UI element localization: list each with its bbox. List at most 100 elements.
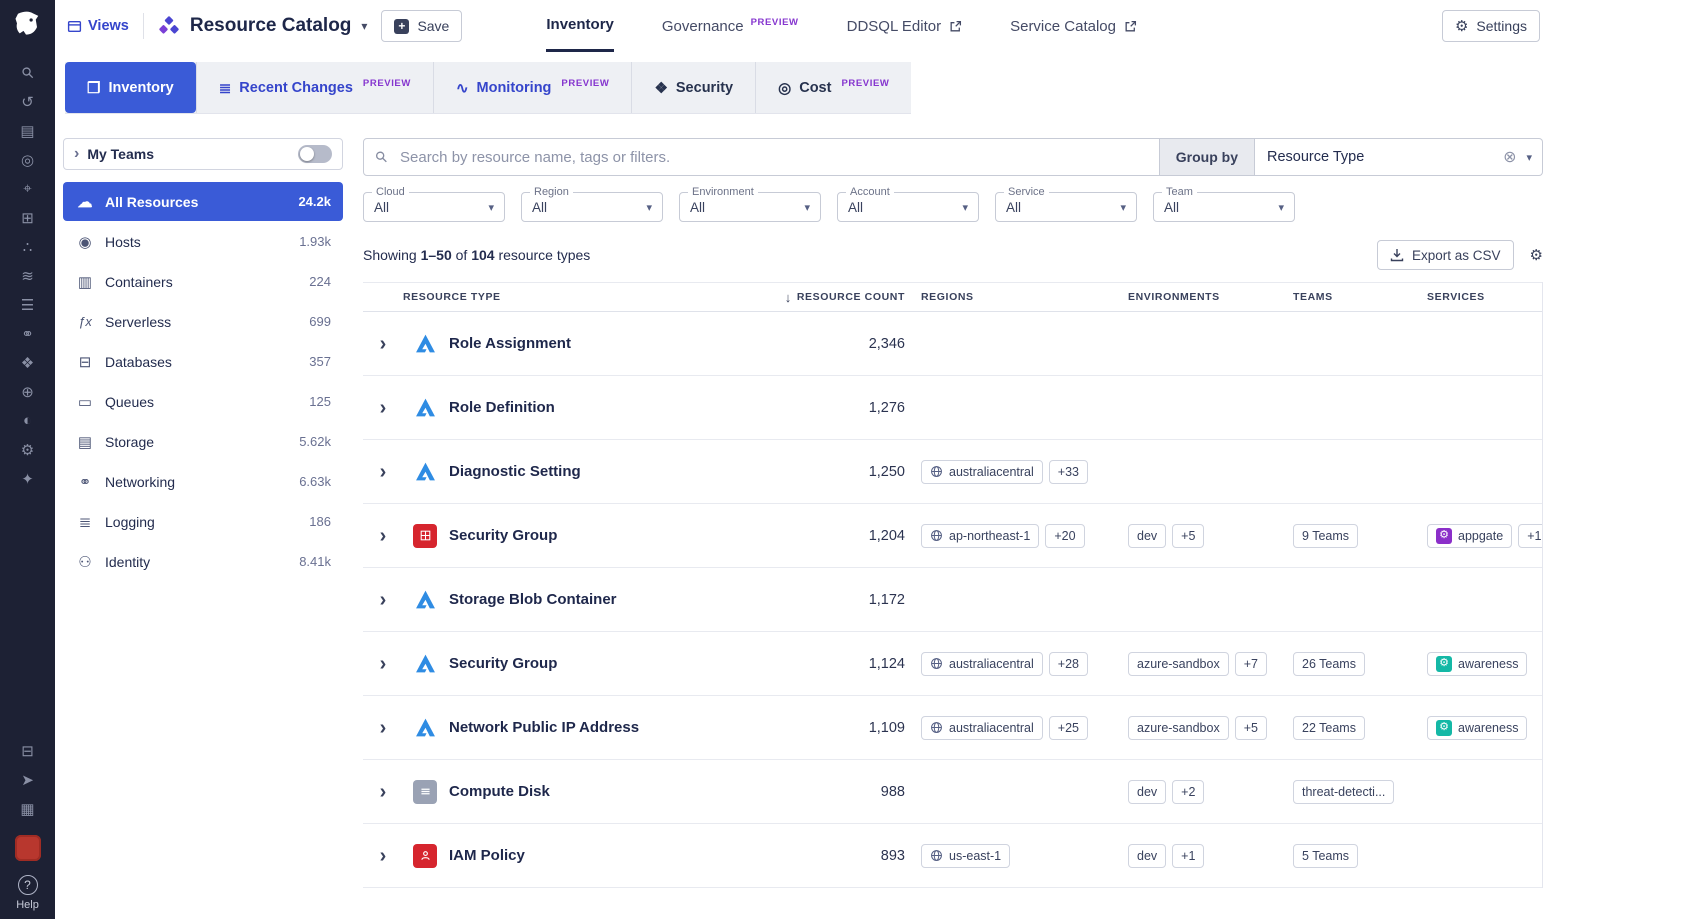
environment-pill: dev [1128,780,1166,804]
sidebar-item-hosts[interactable]: ◉Hosts1.93k [63,222,343,261]
table-row: ›Storage Blob Container1,172 [363,568,1542,632]
export-csv-button[interactable]: Export as CSV [1377,240,1514,270]
header-tabs: Inventory GovernancePREVIEW DDSQL Editor Se… [546,0,1137,52]
regions-cell: australiacentral+33 [913,460,1120,484]
header-tab-ddsql-editor[interactable]: DDSQL Editor [847,0,962,52]
filter-region[interactable]: RegionAll▾ [521,192,663,222]
inventory-subtab-icon: ❒ [87,79,100,97]
sidebar-item-all-resources[interactable]: ☁All Resources24.2k [63,182,343,221]
my-teams-row[interactable]: › My Teams [63,138,343,170]
sidebar-item-serverless[interactable]: ƒxServerless699 [63,302,343,341]
views-button[interactable]: Views [67,18,129,34]
infrastructure-icon[interactable]: ⌖ [0,174,55,203]
sidebar-item-logging[interactable]: ≣Logging186 [63,502,343,541]
preview-badge: PREVIEW [561,78,609,89]
awareness-service-icon: ⚙ [1436,720,1452,736]
sidebar-item-label: Networking [105,474,175,490]
help-button[interactable]: ? Help [16,875,39,911]
pill-label: +33 [1058,465,1079,479]
containers-icon[interactable]: ⊞ [0,203,55,232]
subtab-recent-changes[interactable]: ≣Recent ChangesPREVIEW [196,62,433,113]
row-expander-icon[interactable]: › [380,462,387,482]
storage-icon: ▤ [75,433,95,451]
sidebar-item-queues[interactable]: ▭Queues125 [63,382,343,421]
organization-icon[interactable]: ▦ [0,794,55,823]
subtab-monitoring[interactable]: ∿MonitoringPREVIEW [433,62,632,113]
services-cell: ⚙awareness [1419,716,1542,740]
row-expander-icon[interactable]: › [380,846,387,866]
watchdog-icon[interactable]: ◎ [0,145,55,174]
product-updates-icon[interactable]: ➤ [0,765,55,794]
table-settings-gear-icon[interactable]: ⚙ [1530,246,1543,264]
search-input[interactable] [364,139,1159,175]
resource-type-cell: Role Assignment [403,333,760,354]
monitors-icon[interactable]: ⊕ [0,377,55,406]
user-avatar[interactable] [15,835,41,861]
regions-cell: australiacentral+25 [913,716,1120,740]
group-by-select[interactable]: Resource Type ⊗ ▾ [1255,138,1543,176]
column-header-environments: ENVIRONMENTS [1120,291,1285,303]
azure-icon [413,397,437,418]
sidebar-item-label: All Resources [105,194,198,210]
table-row: ›Network Public IP Address1,109australia… [363,696,1542,760]
sidebar-item-networking[interactable]: ⚭Networking6.63k [63,462,343,501]
ci-icon[interactable]: ⚙ [0,435,55,464]
datadog-logo-icon [13,10,43,40]
apm-icon[interactable]: ∴ [0,232,55,261]
rum-icon[interactable]: ✦ [0,464,55,493]
header-tab-inventory[interactable]: Inventory [546,0,614,52]
row-expander-icon[interactable]: › [380,782,387,802]
help-icon: ? [18,875,38,895]
service-map-icon[interactable]: ≋ [0,261,55,290]
row-expander-icon[interactable]: › [380,654,387,674]
header-tab-governance[interactable]: GovernancePREVIEW [662,0,799,52]
subtab-security[interactable]: ❖Security [631,62,755,113]
filter-label: Service [1004,186,1049,198]
subtab-inventory[interactable]: ❒Inventory [65,62,196,113]
network-icon[interactable]: ⚭ [0,319,55,348]
row-expander-icon[interactable]: › [380,590,387,610]
save-button[interactable]: + Save [381,10,462,42]
filter-team[interactable]: TeamAll▾ [1153,192,1295,222]
sidebar-item-containers[interactable]: ▥Containers224 [63,262,343,301]
clear-icon[interactable]: ⊗ [1503,147,1516,167]
more-pill: +28 [1049,652,1088,676]
more-pill: +33 [1049,460,1088,484]
workflows-icon[interactable]: ⊟ [0,736,55,765]
resource-count: 1,250 [760,464,913,480]
pill-label: us-east-1 [949,849,1001,863]
filter-service[interactable]: ServiceAll▾ [995,192,1137,222]
sidebar-item-identity[interactable]: ⚇Identity8.41k [63,542,343,581]
synthetics-icon[interactable]: ◐ [0,406,55,435]
my-teams-toggle[interactable] [298,145,332,163]
row-expander-icon[interactable]: › [380,718,387,738]
environments-cell: dev+5 [1120,524,1285,548]
subtab-cost[interactable]: ◎CostPREVIEW [755,62,911,113]
sidebar-item-storage[interactable]: ▤Storage5.62k [63,422,343,461]
header-tab-service-catalog[interactable]: Service Catalog [1010,0,1137,52]
column-header-resource-count[interactable]: ↓RESOURCE COUNT [760,290,913,305]
datadog-logo[interactable] [11,8,45,42]
security-icon[interactable]: ❖ [0,348,55,377]
more-pill: +1 [1172,844,1204,868]
sidebar-item-label: Hosts [105,234,141,250]
sidebar-item-databases[interactable]: ⊟Databases357 [63,342,343,381]
metrics-icon[interactable]: ▤ [0,116,55,145]
results-area: ⚲ Group by Resource Type ⊗ ▾ CloudAll▾Re… [363,138,1543,919]
logs-icon[interactable]: ☰ [0,290,55,319]
settings-button[interactable]: ⚙ Settings [1442,10,1540,42]
chevron-down-icon: ▾ [361,19,367,33]
resource-count: 1,124 [760,656,913,672]
monitoring-subtab-icon: ∿ [456,79,469,97]
filter-cloud[interactable]: CloudAll▾ [363,192,505,222]
tab-label: Inventory [546,16,614,33]
row-expander-icon[interactable]: › [380,398,387,418]
row-expander-icon[interactable]: › [380,334,387,354]
filter-environment[interactable]: EnvironmentAll▾ [679,192,821,222]
filter-account[interactable]: AccountAll▾ [837,192,979,222]
pill-label: +2 [1181,785,1195,799]
title-group[interactable]: Resource Catalog ▾ [158,15,368,37]
row-expander-icon[interactable]: › [380,526,387,546]
logging-icon: ≣ [75,513,95,531]
pill-label: 5 Teams [1302,849,1349,863]
